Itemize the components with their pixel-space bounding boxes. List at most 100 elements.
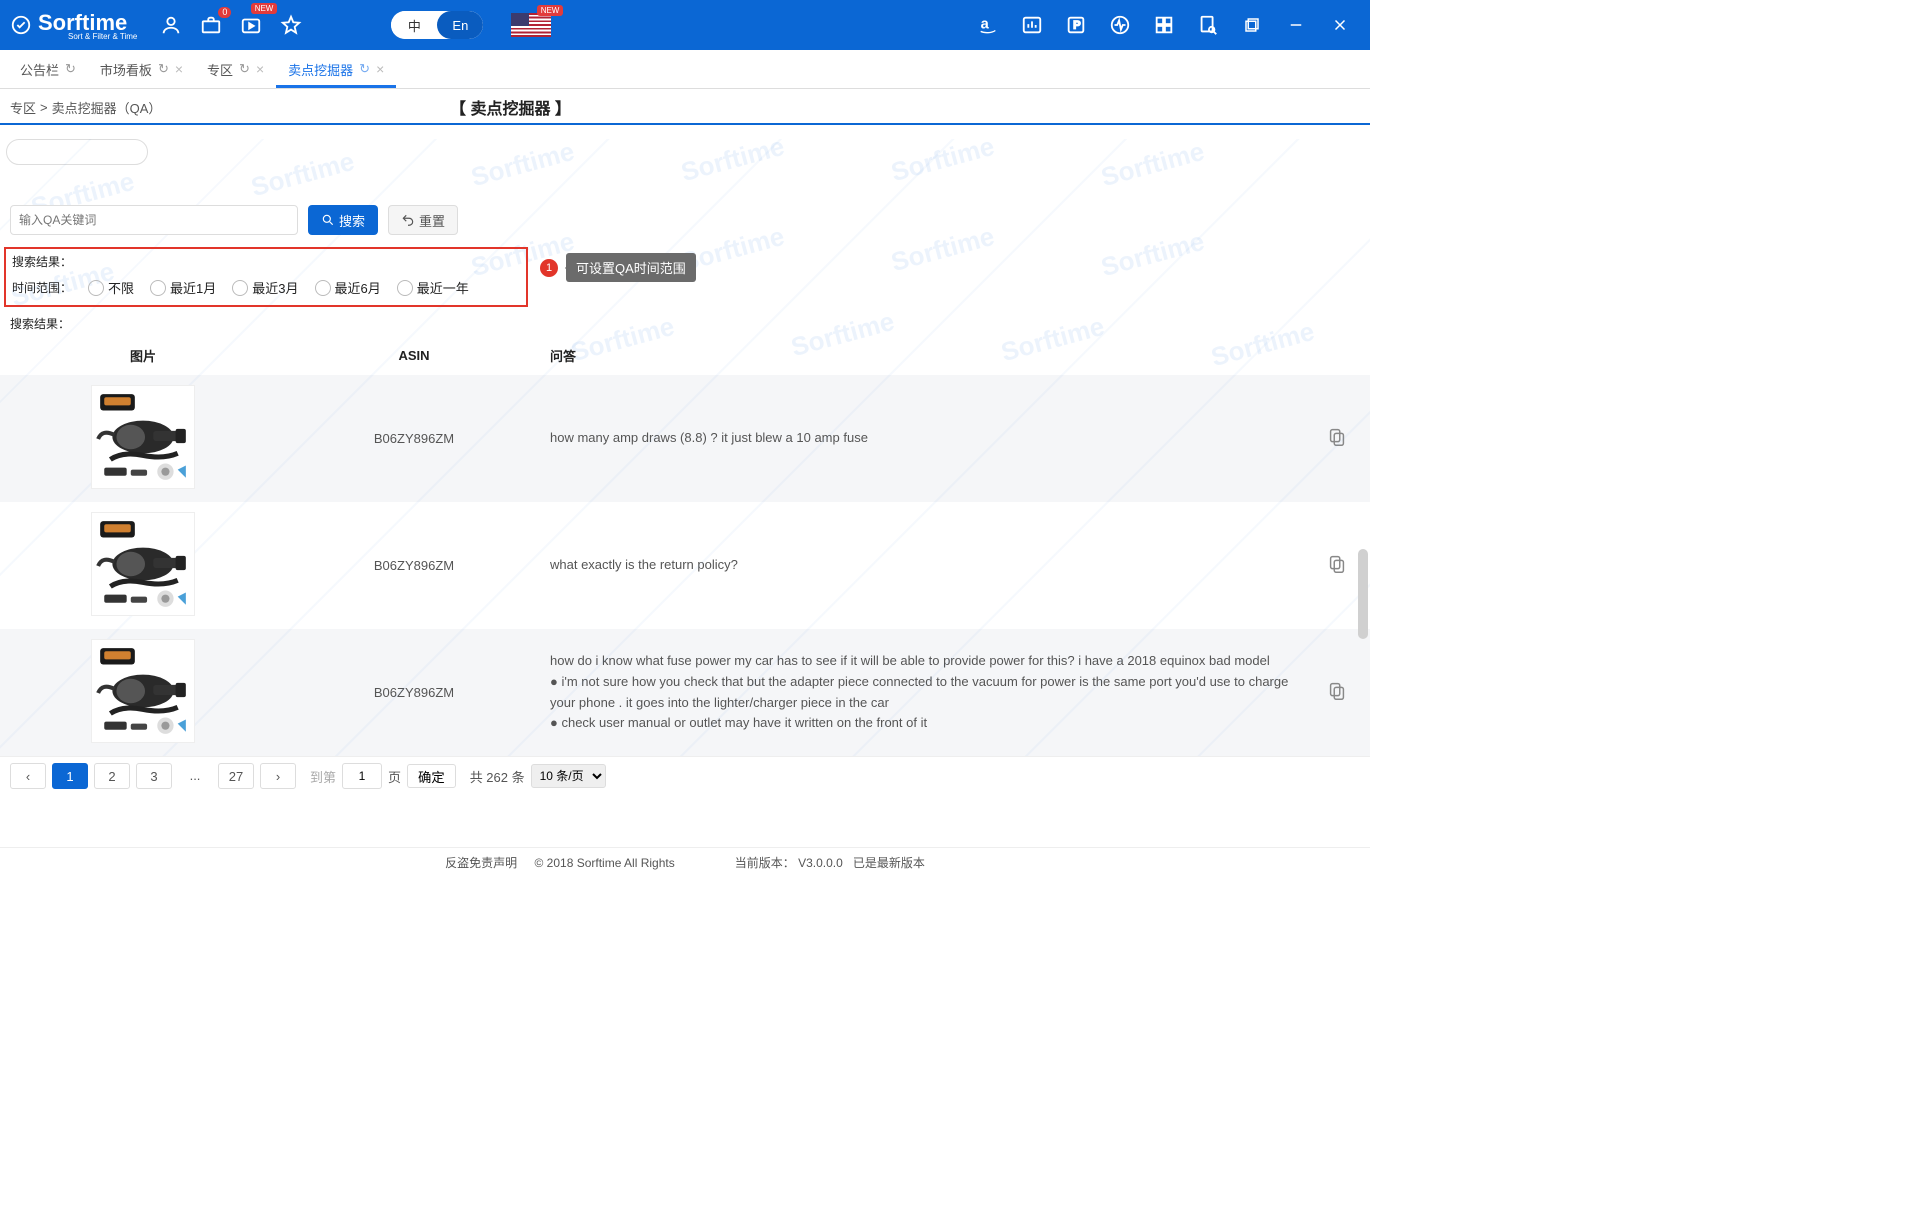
search-button[interactable]: 搜索 bbox=[308, 205, 378, 235]
refresh-icon[interactable]: ↻ bbox=[158, 61, 169, 77]
qa-cell: how many amp draws (8.8) ? it just blew … bbox=[542, 375, 1304, 502]
tab-label: 市场看板 bbox=[100, 60, 152, 79]
per-page-select[interactable]: 10 条/页 bbox=[531, 764, 606, 788]
star-icon[interactable] bbox=[275, 9, 307, 41]
close-icon[interactable] bbox=[1324, 9, 1356, 41]
logo[interactable]: Sorftime Sort & Filter & Time bbox=[10, 10, 137, 41]
vertical-scrollbar-thumb[interactable] bbox=[1358, 549, 1368, 639]
tab-bulletin[interactable]: 公告栏 ↻ bbox=[8, 50, 88, 88]
grid-icon[interactable] bbox=[1148, 9, 1180, 41]
reset-button-label: 重置 bbox=[419, 211, 445, 230]
footer-bar: 反盗免责声明 © 2018 Sorftime All Rights 当前版本： … bbox=[0, 847, 1370, 876]
tabs-row: 公告栏 ↻ 市场看板 ↻ × 专区 ↻ × 卖点挖掘器 ↻ × bbox=[0, 50, 1370, 89]
page-number-button[interactable]: 27 bbox=[218, 763, 254, 789]
product-thumbnail[interactable] bbox=[91, 385, 195, 489]
flag-us-icon[interactable]: NEW bbox=[511, 13, 551, 37]
tab-close-icon[interactable]: × bbox=[376, 61, 384, 77]
col-image: 图片 bbox=[0, 336, 286, 375]
tab-zone[interactable]: 专区 ↻ × bbox=[195, 50, 276, 88]
page-number-button[interactable]: 1 bbox=[52, 763, 88, 789]
brand-tagline: Sort & Filter & Time bbox=[68, 32, 137, 41]
reset-button[interactable]: 重置 bbox=[388, 205, 458, 235]
qa-results-table: 图片 ASIN 问答 B06ZY896ZM how many amp draws… bbox=[0, 336, 1370, 756]
time-option-6m[interactable]: 最近6月 bbox=[315, 278, 381, 297]
time-option-1m[interactable]: 最近1月 bbox=[150, 278, 216, 297]
windows-icon[interactable] bbox=[1236, 9, 1268, 41]
brand-name: Sorftime bbox=[38, 10, 127, 35]
refresh-icon[interactable]: ↻ bbox=[239, 61, 250, 77]
breadcrumb-current: 卖点挖掘器（QA） bbox=[52, 98, 162, 117]
asin-cell: B06ZY896ZM bbox=[286, 375, 542, 502]
tab-close-icon[interactable]: × bbox=[256, 61, 264, 77]
doc-search-icon[interactable] bbox=[1192, 9, 1224, 41]
language-toggle[interactable]: 中 En bbox=[391, 11, 483, 39]
tab-market-board[interactable]: 市场看板 ↻ × bbox=[88, 50, 195, 88]
page-number-button[interactable]: 3 bbox=[136, 763, 172, 789]
col-asin: ASIN bbox=[286, 336, 542, 375]
time-option-1y[interactable]: 最近一年 bbox=[397, 278, 469, 297]
time-range-label: 时间范围： bbox=[12, 279, 72, 296]
product-thumbnail[interactable] bbox=[91, 512, 195, 616]
table-row: B06ZY896ZM how many amp draws (8.8) ? it… bbox=[0, 375, 1370, 502]
table-row: B06ZY896ZM how do i know what fuse power… bbox=[0, 629, 1370, 756]
qa-cell: how do i know what fuse power my car has… bbox=[542, 629, 1304, 756]
callout-text: 可设置QA时间范围 bbox=[566, 253, 696, 282]
goto-confirm-button[interactable]: 确定 bbox=[407, 764, 456, 788]
video-icon[interactable]: NEW bbox=[235, 9, 267, 41]
page-number-button[interactable]: 2 bbox=[94, 763, 130, 789]
tab-label: 专区 bbox=[207, 60, 233, 79]
pulse-icon[interactable] bbox=[1104, 9, 1136, 41]
filter-pill[interactable] bbox=[6, 139, 148, 165]
amazon-icon[interactable]: a bbox=[972, 9, 1004, 41]
asin-cell: B06ZY896ZM bbox=[286, 502, 542, 629]
copy-icon[interactable] bbox=[1326, 563, 1348, 578]
breadcrumb-root[interactable]: 专区 bbox=[10, 98, 36, 117]
minimize-icon[interactable] bbox=[1280, 9, 1312, 41]
copy-icon[interactable] bbox=[1326, 436, 1348, 451]
tab-label: 公告栏 bbox=[20, 60, 59, 79]
briefcase-icon[interactable]: 0 bbox=[195, 9, 227, 41]
tab-label: 卖点挖掘器 bbox=[288, 60, 353, 79]
time-option-3m[interactable]: 最近3月 bbox=[232, 278, 298, 297]
copy-icon[interactable] bbox=[1326, 690, 1348, 705]
asin-cell: B06ZY896ZM bbox=[286, 629, 542, 756]
tab-close-icon[interactable]: × bbox=[175, 61, 183, 77]
results-label-2: 搜索结果： bbox=[0, 311, 1370, 336]
callout-annotation: 1 可设置QA时间范围 bbox=[540, 253, 696, 282]
goto-unit: 页 bbox=[388, 767, 401, 786]
new-badge: NEW bbox=[537, 5, 564, 16]
undo-icon bbox=[401, 213, 415, 227]
disclaimer-link[interactable]: 反盗免责声明 bbox=[445, 856, 517, 870]
park-icon[interactable]: P bbox=[1060, 9, 1092, 41]
table-row: B06ZY896ZM what exactly is the return po… bbox=[0, 502, 1370, 629]
new-badge: NEW bbox=[251, 3, 278, 14]
qa-keyword-input[interactable] bbox=[10, 205, 298, 235]
refresh-icon[interactable]: ↻ bbox=[65, 61, 76, 77]
page-title: 【 卖点挖掘器 】 bbox=[450, 95, 571, 119]
topbar-right: a P bbox=[968, 9, 1360, 41]
breadcrumb-separator: > bbox=[40, 100, 48, 115]
version-label: 当前版本： bbox=[735, 856, 795, 870]
page-number-button: ... bbox=[178, 763, 212, 787]
product-thumbnail[interactable] bbox=[91, 639, 195, 743]
user-icon[interactable] bbox=[155, 9, 187, 41]
version-value: V3.0.0.0 bbox=[798, 856, 843, 870]
goto-page-input[interactable] bbox=[342, 763, 382, 789]
lang-zh-button[interactable]: 中 bbox=[391, 11, 437, 39]
svg-text:a: a bbox=[981, 17, 990, 33]
copyright-text: © 2018 Sorftime All Rights bbox=[535, 856, 675, 870]
time-filter-highlight: 搜索结果： 时间范围： 不限 最近1月 最近3月 最近6月 最近一年 bbox=[4, 247, 528, 307]
breadcrumb: 专区 > 卖点挖掘器（QA） bbox=[10, 98, 450, 117]
page-prev-button[interactable]: ‹ bbox=[10, 763, 46, 789]
chart-icon[interactable] bbox=[1016, 9, 1048, 41]
refresh-icon[interactable]: ↻ bbox=[359, 61, 370, 77]
search-button-label: 搜索 bbox=[339, 211, 365, 230]
pagination: ‹ 123...27 › 到第 页 确定 共 262 条 10 条/页 bbox=[0, 756, 1370, 795]
tab-selling-point[interactable]: 卖点挖掘器 ↻ × bbox=[276, 50, 396, 88]
page-next-button[interactable]: › bbox=[260, 763, 296, 789]
lang-en-button[interactable]: En bbox=[437, 11, 483, 39]
topbar: Sorftime Sort & Filter & Time 0 NEW 中 En… bbox=[0, 0, 1370, 50]
time-option-unlimited[interactable]: 不限 bbox=[88, 278, 134, 297]
svg-text:P: P bbox=[1073, 20, 1080, 32]
results-label: 搜索结果： bbox=[12, 253, 520, 270]
